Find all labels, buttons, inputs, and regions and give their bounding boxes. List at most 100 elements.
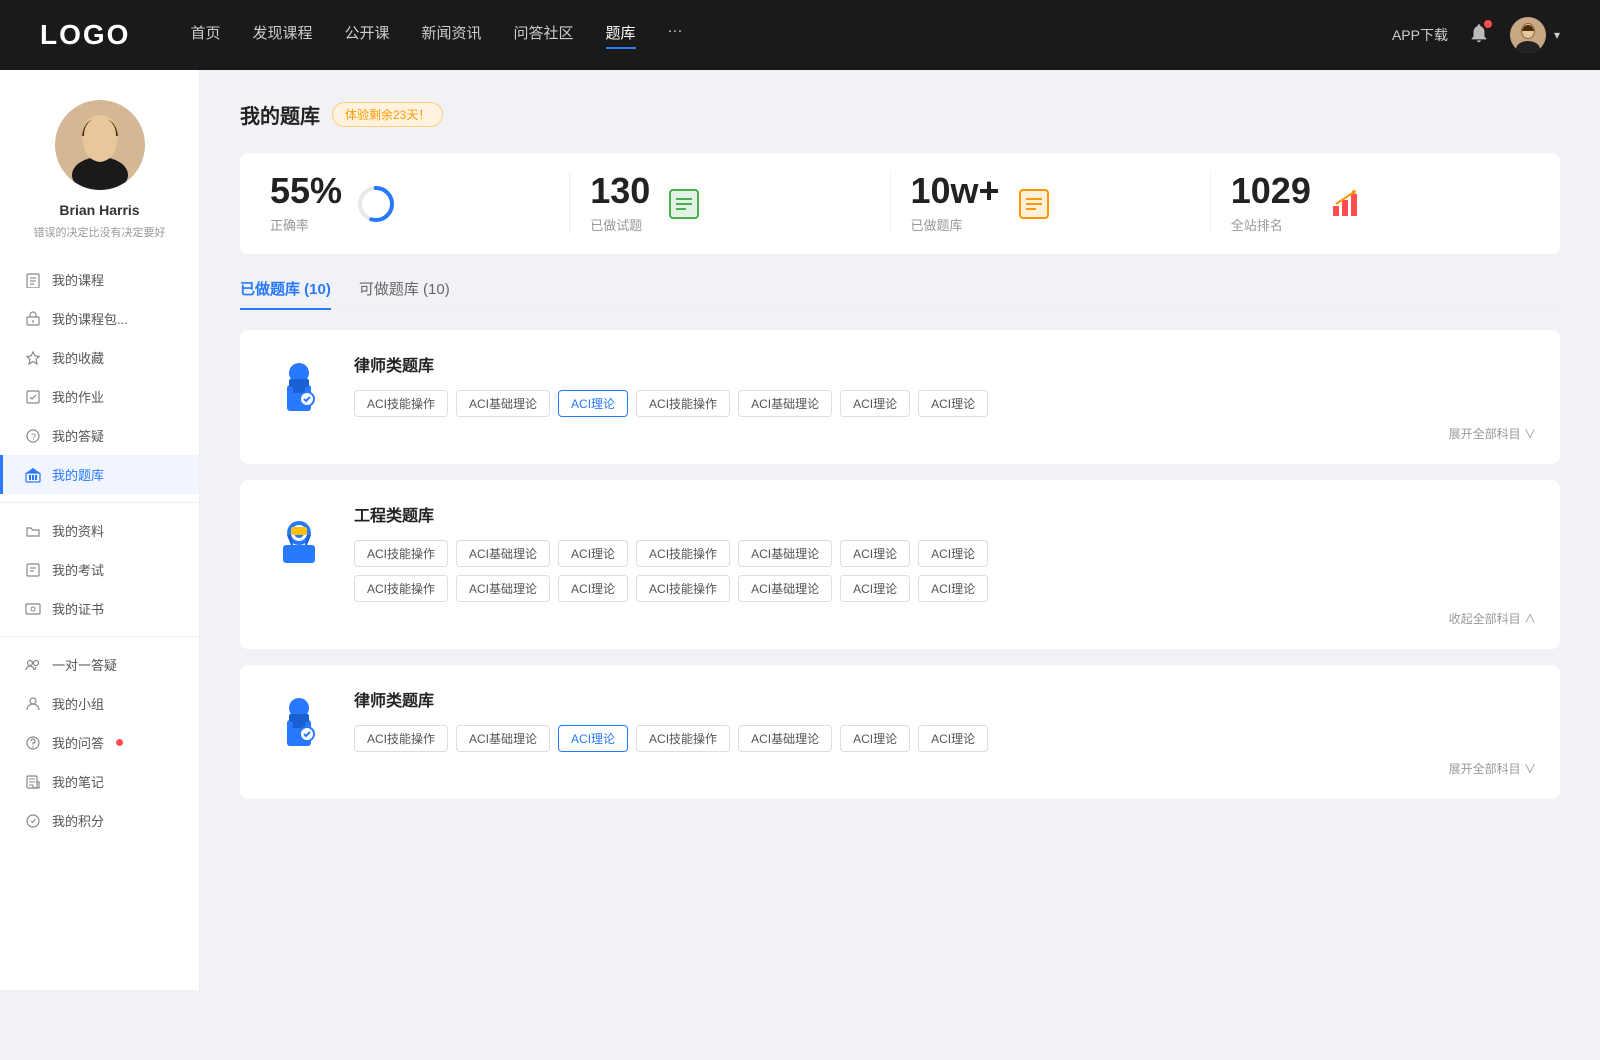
etag-6[interactable]: ACI理论: [918, 540, 988, 567]
nav-more[interactable]: ···: [668, 22, 683, 49]
sidebar-item-courses[interactable]: 我的课程: [0, 260, 199, 299]
qbank-icon-engineer: [264, 502, 334, 572]
tag-3[interactable]: ACI技能操作: [636, 390, 730, 417]
sidebar-item-material[interactable]: 我的资料: [0, 511, 199, 550]
sidebar-item-group[interactable]: 我的小组: [0, 684, 199, 723]
sidebar-item-questions[interactable]: 我的问答: [0, 723, 199, 762]
tag-4[interactable]: ACI基础理论: [738, 390, 832, 417]
page-title: 我的题库: [240, 100, 320, 129]
l2tag-1[interactable]: ACI基础理论: [456, 725, 550, 752]
sidebar-item-homework-label: 我的作业: [52, 387, 104, 406]
etag-13[interactable]: ACI理论: [918, 575, 988, 602]
folder-icon: [24, 522, 42, 540]
qbank-right-engineer: 工程类题库 ACI技能操作 ACI基础理论 ACI理论 ACI技能操作 ACI基…: [354, 502, 1536, 627]
avatar-svg: [55, 100, 145, 190]
etag-3[interactable]: ACI技能操作: [636, 540, 730, 567]
sidebar-item-questions-label: 我的问答: [52, 733, 104, 752]
tag-1[interactable]: ACI基础理论: [456, 390, 550, 417]
qbank-card-lawyer-2: 律师类题库 ACI技能操作 ACI基础理论 ACI理论 ACI技能操作 ACI基…: [240, 665, 1560, 799]
sidebar-item-one-on-one[interactable]: 一对一答疑: [0, 645, 199, 684]
stat-questions-icon: [664, 184, 704, 224]
sidebar-item-one-on-one-label: 一对一答疑: [52, 655, 117, 674]
nav-bank[interactable]: 题库: [606, 22, 636, 49]
stat-rank: 1029 全站排名: [1211, 173, 1530, 234]
app-download-link[interactable]: APP下载: [1392, 25, 1448, 45]
qbank-right-lawyer-2: 律师类题库 ACI技能操作 ACI基础理论 ACI理论 ACI技能操作 ACI基…: [354, 687, 1536, 777]
tab-available[interactable]: 可做题库 (10): [359, 278, 450, 309]
l2tag-5[interactable]: ACI理论: [840, 725, 910, 752]
etag-5[interactable]: ACI理论: [840, 540, 910, 567]
qbank-right-lawyer-1: 律师类题库 ACI技能操作 ACI基础理论 ACI理论 ACI技能操作 ACI基…: [354, 352, 1536, 442]
sidebar-item-cert-label: 我的证书: [52, 599, 104, 618]
points-icon: [24, 812, 42, 830]
qbank-title-lawyer-2: 律师类题库: [354, 687, 1536, 711]
logo: LOGO: [40, 19, 130, 51]
etag-8[interactable]: ACI基础理论: [456, 575, 550, 602]
questions-notification-dot: [116, 739, 123, 746]
sidebar-item-notes-label: 我的笔记: [52, 772, 104, 791]
question-icon: ?: [24, 427, 42, 445]
svg-text:?: ?: [31, 432, 36, 442]
etag-10[interactable]: ACI技能操作: [636, 575, 730, 602]
tag-5[interactable]: ACI理论: [840, 390, 910, 417]
l2tag-6[interactable]: ACI理论: [918, 725, 988, 752]
l2tag-2[interactable]: ACI理论: [558, 725, 628, 752]
sidebar-item-cert[interactable]: 我的证书: [0, 589, 199, 628]
stat-questions-label: 已做试题: [590, 215, 650, 234]
etag-2[interactable]: ACI理论: [558, 540, 628, 567]
qbank-title-engineer: 工程类题库: [354, 502, 1536, 526]
l2tag-0[interactable]: ACI技能操作: [354, 725, 448, 752]
group-icon: [24, 695, 42, 713]
nav-menu: 首页 发现课程 公开课 新闻资讯 问答社区 题库 ···: [190, 22, 1392, 49]
homework-icon: [24, 388, 42, 406]
sidebar-item-bank[interactable]: 我的题库: [0, 455, 199, 494]
notification-bell[interactable]: [1468, 22, 1490, 49]
etag-0[interactable]: ACI技能操作: [354, 540, 448, 567]
bell-dot: [1484, 20, 1492, 28]
nav-open-course[interactable]: 公开课: [344, 22, 389, 49]
one-on-one-icon: [24, 656, 42, 674]
tag-2[interactable]: ACI理论: [558, 390, 628, 417]
navbar: LOGO 首页 发现课程 公开课 新闻资讯 问答社区 题库 ··· APP下载: [0, 0, 1600, 70]
nav-news[interactable]: 新闻资讯: [422, 22, 482, 49]
sidebar-item-package[interactable]: 我的课程包...: [0, 299, 199, 338]
sidebar-item-homework[interactable]: 我的作业: [0, 377, 199, 416]
expand-link-engineer[interactable]: 收起全部科目 ∧: [354, 610, 1536, 627]
sidebar-username: Brian Harris: [59, 202, 139, 218]
etag-1[interactable]: ACI基础理论: [456, 540, 550, 567]
bank-icon: [24, 466, 42, 484]
expand-link-lawyer-2[interactable]: 展开全部科目 ∨: [354, 760, 1536, 777]
nav-qa[interactable]: 问答社区: [514, 22, 574, 49]
sidebar-item-qa-my[interactable]: ? 我的答疑: [0, 416, 199, 455]
qbank-tags-engineer-row1: ACI技能操作 ACI基础理论 ACI理论 ACI技能操作 ACI基础理论 AC…: [354, 540, 1536, 567]
qbank-title-lawyer-1: 律师类题库: [354, 352, 1536, 376]
expand-link-lawyer-1[interactable]: 展开全部科目 ∨: [354, 425, 1536, 442]
sidebar-item-notes[interactable]: 我的笔记: [0, 762, 199, 801]
qbank-icon-lawyer-1: [264, 352, 334, 422]
user-avatar-nav[interactable]: ▾: [1510, 17, 1560, 53]
l2tag-3[interactable]: ACI技能操作: [636, 725, 730, 752]
notes-icon: [24, 773, 42, 791]
sidebar-item-points[interactable]: 我的积分: [0, 801, 199, 840]
etag-7[interactable]: ACI技能操作: [354, 575, 448, 602]
trial-badge: 体验剩余23天！: [332, 102, 443, 127]
qbank-tags-lawyer-2: ACI技能操作 ACI基础理论 ACI理论 ACI技能操作 ACI基础理论 AC…: [354, 725, 1536, 752]
sidebar-menu: 我的课程 我的课程包... 我的收藏 我的作业: [0, 260, 199, 840]
etag-11[interactable]: ACI基础理论: [738, 575, 832, 602]
etag-12[interactable]: ACI理论: [840, 575, 910, 602]
stat-questions-value: 130: [590, 173, 650, 209]
etag-4[interactable]: ACI基础理论: [738, 540, 832, 567]
sidebar-item-courses-label: 我的课程: [52, 270, 104, 289]
sidebar-item-qa-my-label: 我的答疑: [52, 426, 104, 445]
etag-9[interactable]: ACI理论: [558, 575, 628, 602]
tag-0[interactable]: ACI技能操作: [354, 390, 448, 417]
stat-banks-label: 已做题库: [911, 215, 1000, 234]
nav-home[interactable]: 首页: [190, 22, 220, 49]
nav-discover[interactable]: 发现课程: [252, 22, 312, 49]
sidebar-item-exam[interactable]: 我的考试: [0, 550, 199, 589]
l2tag-4[interactable]: ACI基础理论: [738, 725, 832, 752]
tab-done[interactable]: 已做题库 (10): [240, 278, 331, 309]
avatar-dropdown-icon: ▾: [1554, 28, 1560, 42]
tag-6[interactable]: ACI理论: [918, 390, 988, 417]
sidebar-item-favorites[interactable]: 我的收藏: [0, 338, 199, 377]
